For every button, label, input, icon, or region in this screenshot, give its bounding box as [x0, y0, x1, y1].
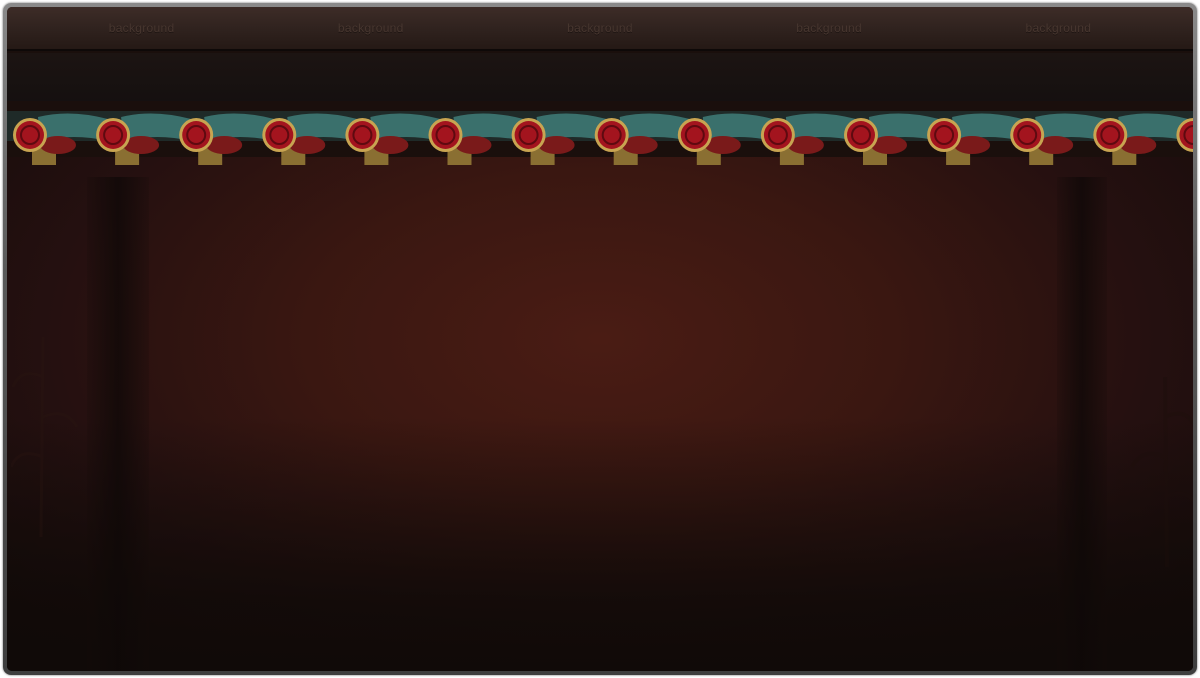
top-bar-label-1: background — [108, 21, 175, 35]
top-bar-label-5: background — [1025, 21, 1092, 35]
wall-shadow — [7, 417, 1193, 671]
left-pillar — [87, 177, 149, 671]
game-screen: background background background backgro… — [7, 7, 1193, 671]
right-pillar — [1057, 177, 1107, 671]
roof-eave-tiles — [7, 111, 1193, 165]
roof-beam — [7, 53, 1193, 101]
top-menu-bar: background background background backgro… — [7, 7, 1193, 51]
top-bar-label-4: background — [796, 21, 863, 35]
top-bar-label-3: background — [567, 21, 633, 35]
red-palace-wall — [7, 157, 1193, 671]
top-bar-label-2: background — [337, 21, 404, 35]
game-window-frame: background background background backgro… — [3, 3, 1197, 675]
plant-silhouette-right — [1130, 376, 1193, 567]
bamboo-silhouette-left — [11, 336, 79, 537]
